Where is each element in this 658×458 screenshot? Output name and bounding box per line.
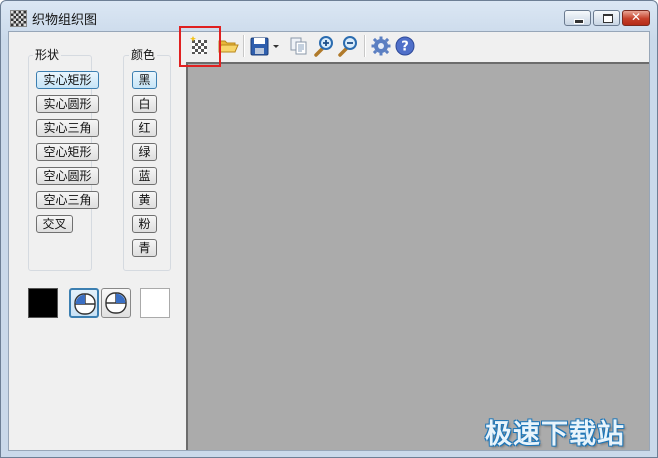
primary-color-swatch[interactable] <box>28 288 58 318</box>
shape-button[interactable]: 空心矩形 <box>36 143 99 161</box>
drawing-canvas[interactable] <box>186 62 649 450</box>
save-dropdown-button[interactable] <box>271 35 281 57</box>
zoom-in-icon <box>314 36 333 57</box>
app-icon <box>10 10 27 27</box>
maximize-button[interactable] <box>593 10 620 26</box>
color-button[interactable]: 黑 <box>132 71 157 89</box>
close-button[interactable]: ✕ <box>622 10 650 26</box>
dropdown-arrow-icon <box>273 45 279 48</box>
toolbar-separator <box>243 35 245 57</box>
watermark: 极速下载站 <box>485 419 625 450</box>
client-area: 形状 实心矩形实心圆形实心三角空心矩形空心圆形空心三角交叉 颜色 黑白红绿蓝黄粉… <box>8 31 650 451</box>
right-mouse-button-toggle[interactable] <box>101 288 131 318</box>
minimize-icon <box>574 19 584 24</box>
save-icon <box>250 37 269 56</box>
shape-button[interactable]: 实心三角 <box>36 119 99 137</box>
color-button[interactable]: 蓝 <box>132 167 157 185</box>
color-button[interactable]: 绿 <box>132 143 157 161</box>
minimize-button[interactable] <box>564 10 591 26</box>
copy-button[interactable] <box>288 35 310 57</box>
shape-button[interactable]: 实心圆形 <box>36 95 99 113</box>
mouse-left-icon <box>74 293 96 315</box>
color-button[interactable]: 红 <box>132 119 157 137</box>
close-icon: ✕ <box>630 10 642 24</box>
color-button[interactable]: 黄 <box>132 191 157 209</box>
zoom-in-button[interactable] <box>313 35 335 57</box>
shape-group-title: 形状 <box>33 46 62 63</box>
toolbar: ? <box>185 32 651 60</box>
shape-button[interactable]: 交叉 <box>36 215 73 233</box>
shape-button[interactable]: 空心三角 <box>36 191 99 209</box>
help-button[interactable]: ? <box>394 35 416 57</box>
help-icon: ? <box>395 36 415 56</box>
color-group-title: 颜色 <box>129 46 158 63</box>
highlight-box <box>179 26 221 67</box>
title-bar[interactable]: 织物组织图 ✕ <box>1 1 657 31</box>
shape-button[interactable]: 实心矩形 <box>36 71 99 89</box>
secondary-color-swatch[interactable] <box>140 288 170 318</box>
app-window: 织物组织图 ✕ 形状 实心矩形实心圆形实心三角空心矩形空心圆形空心三角交叉 颜色… <box>0 0 658 458</box>
mouse-right-icon <box>105 292 127 314</box>
save-button[interactable] <box>249 35 271 57</box>
color-button[interactable]: 粉 <box>132 215 157 233</box>
color-button[interactable]: 青 <box>132 239 157 257</box>
settings-button[interactable] <box>370 35 392 57</box>
zoom-out-icon <box>338 36 357 57</box>
shape-button[interactable]: 空心圆形 <box>36 167 99 185</box>
copy-icon <box>290 37 307 55</box>
toolbar-separator <box>364 35 366 57</box>
left-mouse-button-toggle[interactable] <box>69 288 99 318</box>
maximize-icon <box>603 14 613 23</box>
settings-gear-icon <box>371 36 391 56</box>
svg-text:?: ? <box>401 40 409 55</box>
color-button[interactable]: 白 <box>132 95 157 113</box>
window-title: 织物组织图 <box>32 13 98 28</box>
zoom-out-button[interactable] <box>337 35 359 57</box>
